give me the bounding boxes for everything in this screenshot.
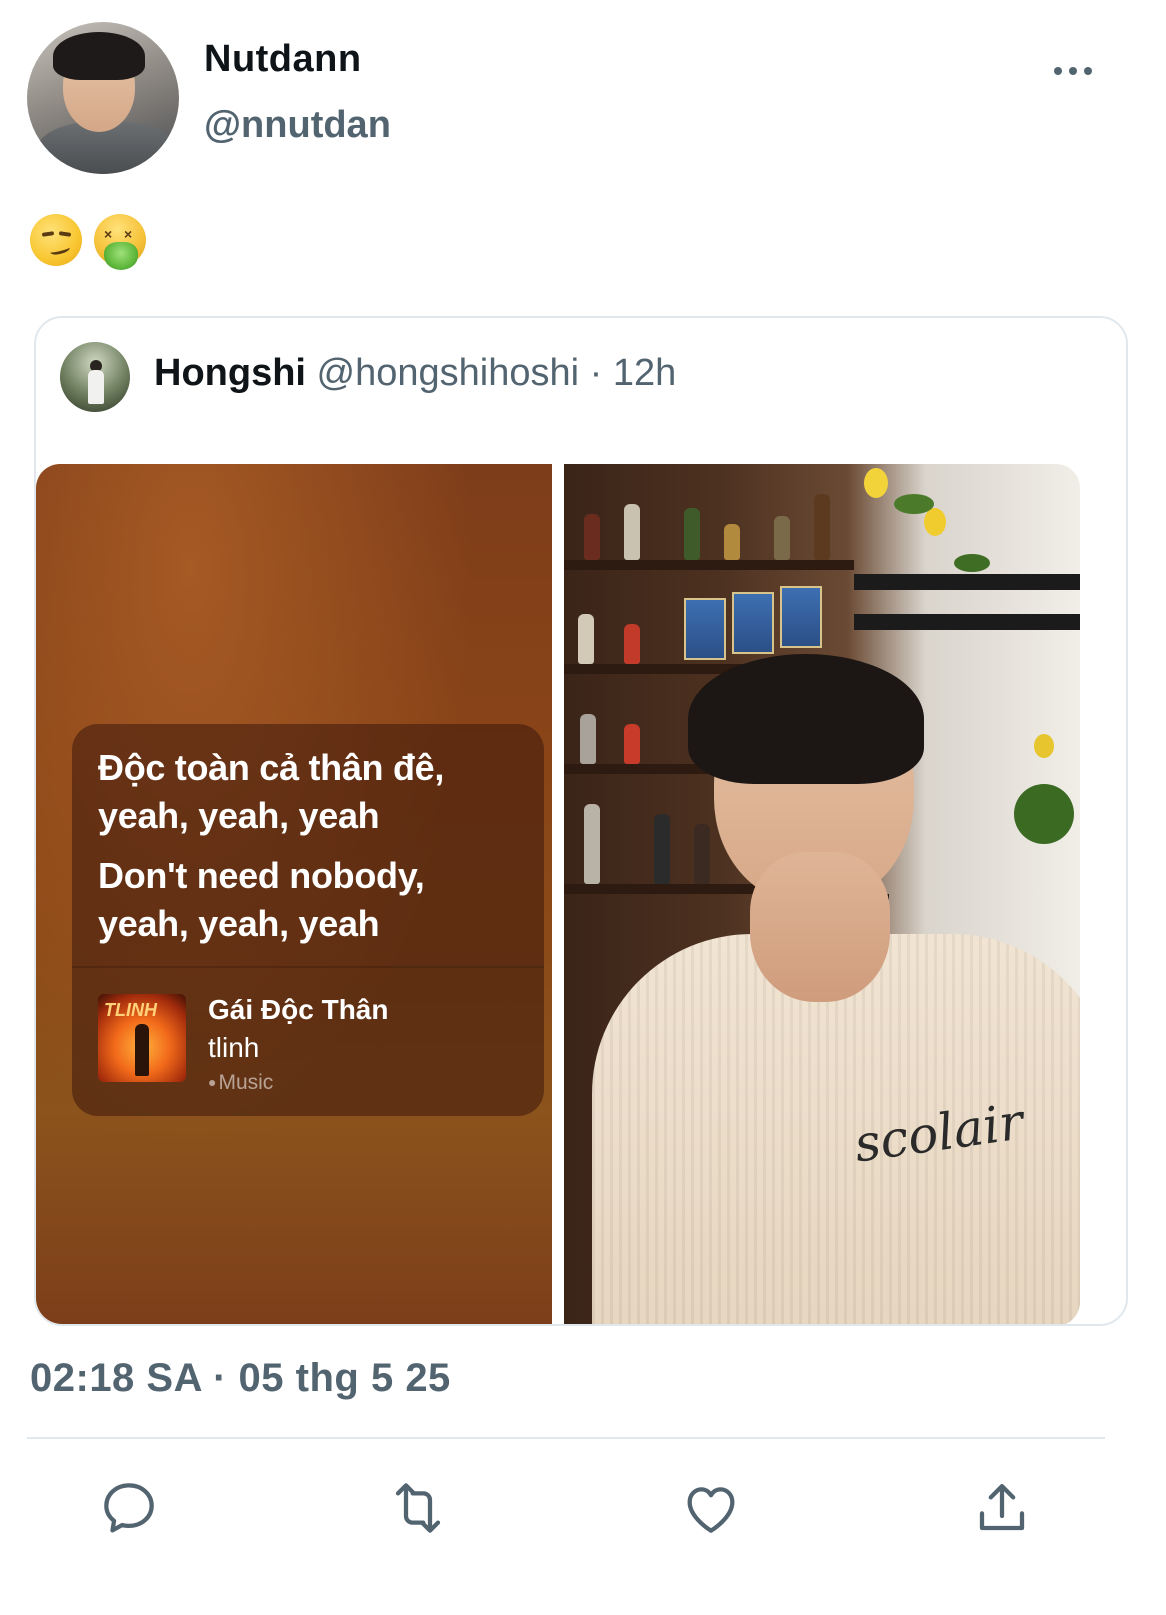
bottle (624, 624, 640, 664)
bottle (624, 504, 640, 560)
bottle (774, 516, 790, 560)
bottle (654, 814, 670, 884)
bottle (584, 804, 600, 884)
album-art-text: TLINH (104, 1000, 157, 1020)
leaf (894, 494, 934, 514)
person-hair (688, 654, 924, 784)
photo-image[interactable]: scolair (564, 464, 1080, 1324)
bottle (814, 494, 830, 560)
shelf (564, 560, 854, 570)
lyric-line-3: Don't need nobody, (98, 855, 425, 896)
apple-music-label: ●Music (208, 1071, 273, 1095)
bottle (724, 524, 740, 560)
lyric-line-2: yeah, yeah, yeah (98, 795, 380, 836)
like-icon (687, 1487, 735, 1533)
avatar-hair (53, 32, 145, 80)
tile-stripe (854, 574, 1080, 590)
lemon (924, 508, 946, 536)
bottle (694, 824, 710, 884)
share-icon (979, 1484, 1025, 1531)
reply-button[interactable] (97, 1476, 161, 1540)
share-button[interactable] (970, 1476, 1034, 1540)
leaf (954, 554, 990, 572)
bottle (578, 614, 594, 664)
quoted-separator: · (589, 352, 603, 394)
quoted-tweet-card[interactable]: Hongshi @hongshihoshi · 12h Độc toàn cả … (34, 316, 1128, 1326)
retweet-button[interactable] (386, 1476, 450, 1540)
retweet-icon (395, 1483, 441, 1533)
author-handle[interactable]: @nnutdan (204, 104, 391, 147)
lyrics-divider (72, 966, 544, 968)
lyric-line-1: Độc toàn cả thân đê, (98, 747, 445, 788)
person-hand (750, 852, 890, 1002)
lemon (864, 468, 888, 498)
more-options-icon[interactable] (1050, 56, 1096, 86)
pasta-box (684, 598, 726, 660)
lemon (1034, 734, 1054, 758)
bottle (624, 724, 640, 764)
quoted-tweet-header: Hongshi @hongshihoshi · 12h (154, 352, 676, 395)
quoted-author-name[interactable]: Hongshi (154, 352, 306, 394)
divider (27, 1437, 1105, 1439)
tweet-timestamp[interactable]: 02:18 SA · 05 thg 5 25 (30, 1356, 451, 1401)
tile-stripe (854, 614, 1080, 630)
bottle (684, 508, 700, 560)
reply-icon (104, 1483, 154, 1533)
music-service-text: Music (218, 1071, 274, 1094)
bottle (584, 514, 600, 560)
face-vomiting-emoji-icon: × × (94, 214, 146, 270)
lyric-line-4: yeah, yeah, yeah (98, 903, 380, 944)
apple-logo-icon: ● (208, 1074, 217, 1090)
pasta-box (780, 586, 822, 648)
tweet-detail-page: Nutdann @nnutdan × × Hongshi @hongshihosh… (0, 0, 1166, 1615)
tweet-text: × × (30, 214, 146, 270)
lyrics-share-image[interactable]: Độc toàn cả thân đê, yeah, yeah, yeah Do… (36, 464, 552, 1324)
leaf (1014, 784, 1074, 844)
lyrics-card: Độc toàn cả thân đê, yeah, yeah, yeah Do… (72, 724, 544, 1116)
author-avatar[interactable] (27, 22, 179, 174)
pasta-box (732, 592, 774, 654)
quoted-time: 12h (612, 352, 677, 394)
album-art: TLINH (98, 994, 186, 1082)
like-button[interactable] (679, 1476, 743, 1540)
smirking-face-emoji-icon (30, 214, 82, 266)
author-display-name[interactable]: Nutdann (204, 38, 362, 81)
song-title: Gái Độc Thân (208, 994, 389, 1025)
quoted-author-avatar[interactable] (60, 342, 130, 412)
song-artist: tlinh (208, 1032, 260, 1063)
quoted-author-handle: @hongshihoshi (316, 352, 580, 394)
bottle (580, 714, 596, 764)
